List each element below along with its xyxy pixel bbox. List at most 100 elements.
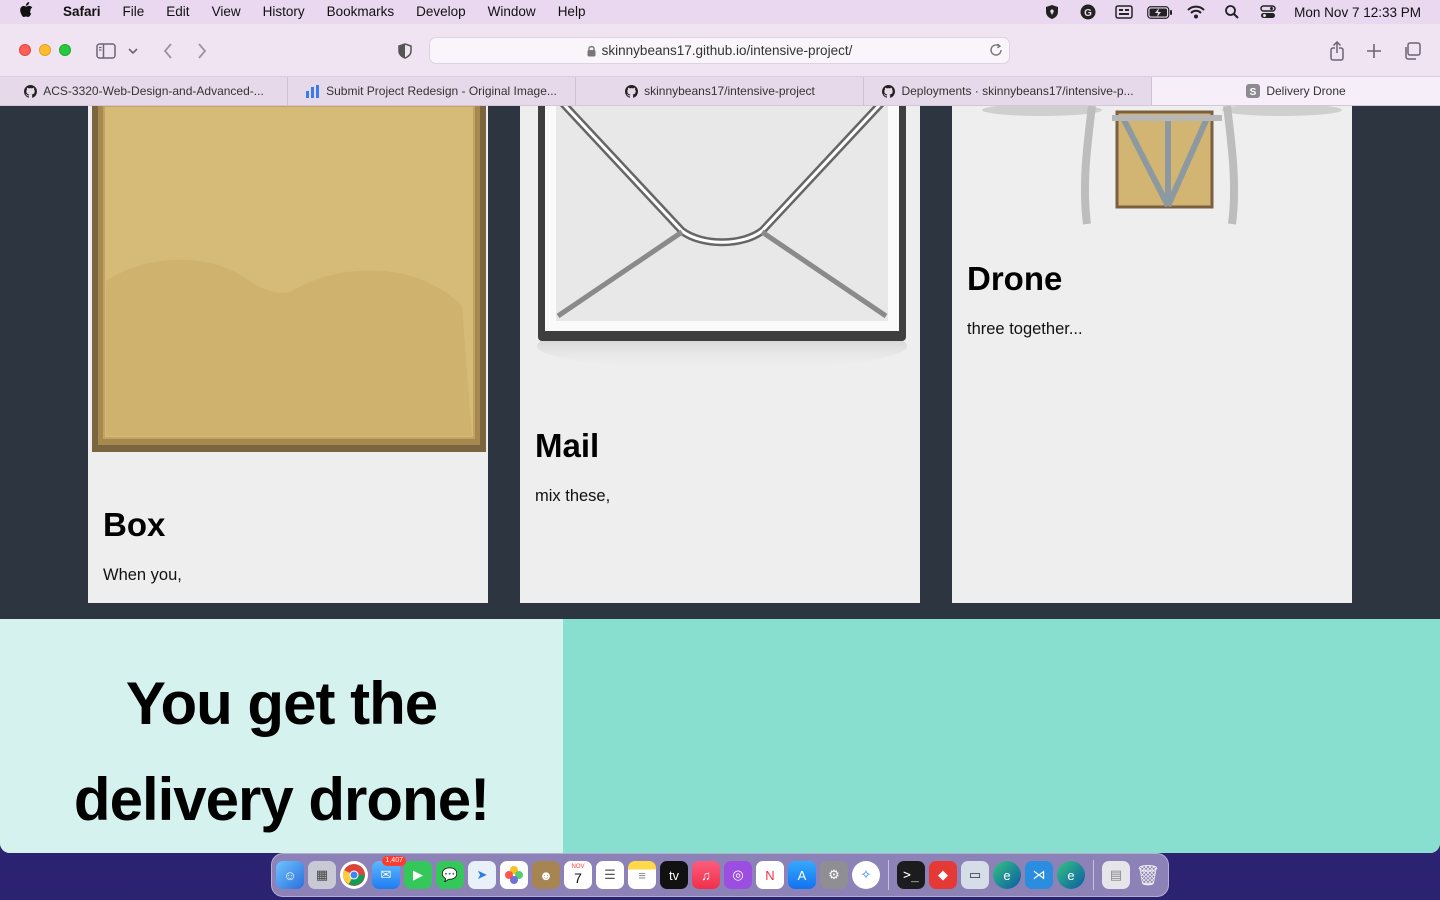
apple-menu-icon[interactable] [0,1,52,23]
calendar-icon[interactable]: NOV 7 [564,861,592,889]
svg-text:G: G [1084,8,1092,19]
tab-delivery-drone[interactable]: S Delivery Drone [1152,77,1440,105]
menu-window[interactable]: Window [477,0,547,24]
box-card-title: Box [103,506,166,543]
mail-app-icon[interactable]: ✉ 1,407 [372,856,406,889]
back-button-icon[interactable] [156,39,180,63]
notes-icon[interactable]: ≡ [628,861,656,889]
window-controls [19,44,71,56]
reload-icon[interactable] [989,43,1003,57]
drone-card: Drone three together... [952,106,1352,603]
menu-bookmarks[interactable]: Bookmarks [316,0,406,24]
minimize-window-button[interactable] [39,44,51,56]
music-icon[interactable]: ♫ [692,861,720,889]
hero-line-1: You get the [125,670,438,737]
trash-icon[interactable]: 🗑 [1134,861,1162,889]
box-image [92,106,486,452]
menu-app-name[interactable]: Safari [52,0,112,24]
podcasts-icon[interactable]: ◎ [724,861,752,889]
share-icon[interactable] [1325,39,1349,63]
menu-file[interactable]: File [112,0,156,24]
dock: ☺ ▦ ✉ 1,407 ▶ 💬 ➤ ☻ NOV 7 ☰ ≡ tv ♫ ◎ N A … [271,853,1169,897]
hero-section: You get the delivery drone! [0,619,1440,853]
web-page: Box When you, Mail mix these, Drone thre… [0,106,1440,853]
calendar-day: 7 [574,870,582,886]
mail-badge: 1,407 [382,856,406,866]
photos-icon[interactable] [500,861,528,889]
box-card-text: When you, [103,566,182,584]
finder-icon[interactable]: ☺ [276,861,304,889]
facetime-icon[interactable]: ▶ [404,861,432,889]
browser-toolbar: skinnybeans17.github.io/intensive-projec… [0,24,1440,77]
envelope-image [537,106,907,370]
messages-icon[interactable]: 💬 [436,861,464,889]
battery-icon[interactable] [1142,0,1178,24]
system-preferences-icon[interactable]: ⚙ [820,861,848,889]
github-icon [624,84,638,98]
url-text[interactable]: skinnybeans17.github.io/intensive-projec… [602,43,853,58]
menu-help[interactable]: Help [547,0,597,24]
chrome-icon[interactable] [340,861,368,889]
lock-icon [587,45,596,57]
tab-groups-chevron-icon[interactable] [123,39,143,63]
menu-edit[interactable]: Edit [155,0,200,24]
sidebar-toggle-icon[interactable] [94,39,118,63]
vscode-icon[interactable]: ⋊ [1025,861,1053,889]
tab-label: ACS-3320-Web-Design-and-Advanced-... [43,84,264,98]
menubar-clock[interactable]: Mon Nov 7 12:33 PM [1286,5,1440,20]
edge-icon[interactable]: e [993,861,1021,889]
maps-icon[interactable]: ➤ [468,861,496,889]
menu-bar: Safari File Edit View History Bookmarks … [0,0,1440,24]
github-icon [881,84,895,98]
tab-acs-3320[interactable]: ACS-3320-Web-Design-and-Advanced-... [0,77,288,105]
new-tab-icon[interactable] [1362,39,1386,63]
tab-github-repo[interactable]: skinnybeans17/intensive-project [576,77,864,105]
contacts-icon[interactable]: ☻ [532,861,560,889]
brave-shield-icon[interactable]: ◆ [929,861,957,889]
s-favicon-icon: S [1246,84,1261,98]
downloads-folder-icon[interactable]: ▤ [1102,861,1130,889]
address-bar[interactable]: skinnybeans17.github.io/intensive-projec… [429,37,1010,64]
news-icon[interactable]: N [756,861,784,889]
menu-history[interactable]: History [252,0,316,24]
svg-text:S: S [1250,87,1257,98]
hero-headline: You get the delivery drone! [22,656,542,848]
safari-icon[interactable]: ✧ [852,861,880,889]
apple-tv-icon[interactable]: tv [660,861,688,889]
tab-submit-project[interactable]: Submit Project Redesign - Original Image… [288,77,576,105]
spotlight-search-icon[interactable] [1214,0,1250,24]
keyboard-input-icon[interactable] [1106,0,1142,24]
mail-card: Mail mix these, [520,106,920,603]
mail-card-text: mix these, [535,487,611,505]
safari-window: skinnybeans17.github.io/intensive-projec… [0,24,1440,853]
reminders-icon[interactable]: ☰ [596,861,624,889]
launchpad-icon[interactable]: ▦ [308,861,336,889]
privacy-report-icon[interactable] [393,39,417,63]
edge-beta-icon[interactable]: e [1057,861,1085,889]
wifi-icon[interactable] [1178,0,1214,24]
github-icon [23,84,37,98]
preview-icon[interactable]: ▭ [961,861,989,889]
drone-card-text: three together... [967,320,1083,338]
chart-icon [306,84,320,98]
hero-color-panel [563,619,1440,853]
mail-card-title: Mail [535,427,600,464]
menu-develop[interactable]: Develop [405,0,477,24]
zoom-window-button[interactable] [59,44,71,56]
close-window-button[interactable] [19,44,31,56]
hero-line-2: delivery drone! [73,766,490,833]
tab-label: Submit Project Redesign - Original Image… [326,84,557,98]
hero-text-panel: You get the delivery drone! [0,619,563,853]
tab-label: Delivery Drone [1266,84,1346,98]
grammarly-icon[interactable]: G [1070,0,1106,24]
terminal-icon[interactable]: >_ [897,861,925,889]
forward-button-icon[interactable] [190,39,214,63]
tab-overview-icon[interactable] [1400,39,1424,63]
menu-view[interactable]: View [201,0,252,24]
tab-deployments[interactable]: Deployments · skinnybeans17/intensive-p.… [864,77,1152,105]
shield-status-icon[interactable] [1034,0,1070,24]
tab-label: Deployments · skinnybeans17/intensive-p.… [901,84,1134,98]
control-center-icon[interactable] [1250,0,1286,24]
app-store-icon[interactable]: A [788,861,816,889]
tab-bar: ACS-3320-Web-Design-and-Advanced-... Sub… [0,77,1440,106]
